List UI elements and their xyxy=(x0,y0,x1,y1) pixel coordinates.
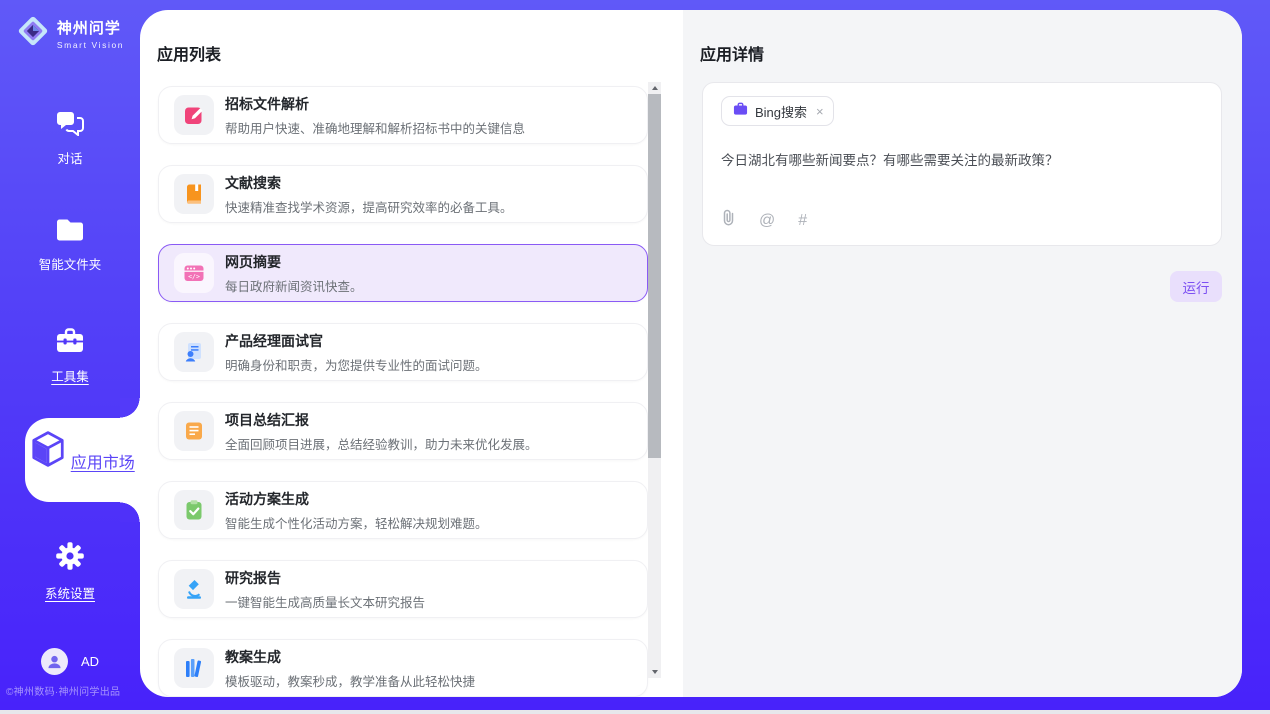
sidebar-item-toolset[interactable]: 工具集 xyxy=(0,327,140,385)
app-card-title: 产品经理面试官 xyxy=(225,331,488,351)
app-card-title: 文献搜索 xyxy=(225,173,513,193)
sidebar-item-settings[interactable]: 系统设置 xyxy=(0,541,140,602)
app-list-scrollbar xyxy=(648,82,661,678)
hash-icon[interactable]: # xyxy=(798,212,807,230)
scrollbar-thumb[interactable] xyxy=(648,94,661,458)
sidebar-item-label: 对话 xyxy=(0,148,140,167)
app-card-title: 研究报告 xyxy=(225,568,425,588)
app-card-title: 项目总结汇报 xyxy=(225,410,538,430)
triangle-up-icon xyxy=(652,86,658,90)
app-card-desc: 一键智能生成高质量长文本研究报告 xyxy=(225,592,425,611)
books-icon xyxy=(174,648,214,688)
toolbox-icon xyxy=(55,341,85,358)
mention-icon[interactable]: @ xyxy=(759,212,775,230)
copyright-footer: ©神州数码·神州问学出品 xyxy=(6,683,140,698)
brand-name: 神州问学 xyxy=(57,17,124,38)
app-card-project-summary[interactable]: 项目总结汇报 全面回顾项目进展，总结经验教训，助力未来优化发展。 xyxy=(158,402,648,460)
composer-toolbar: @ # xyxy=(721,209,807,232)
interviewer-icon xyxy=(174,332,214,372)
scrollbar-down-button[interactable] xyxy=(648,666,661,678)
sidebar-item-label: 智能文件夹 xyxy=(0,254,140,273)
app-card-title: 招标文件解析 xyxy=(225,94,525,114)
chat-icon xyxy=(56,123,84,140)
scrollbar-up-button[interactable] xyxy=(648,82,661,94)
app-card-desc: 每日政府新闻资讯快查。 xyxy=(225,276,363,295)
microscope-icon xyxy=(174,569,214,609)
app-card-title: 网页摘要 xyxy=(225,252,363,272)
pen-square-icon xyxy=(174,95,214,135)
avatar xyxy=(41,648,68,675)
app-detail-title: 应用详情 xyxy=(700,41,764,65)
app-card-event-plan[interactable]: 活动方案生成 智能生成个性化活动方案，轻松解决规划难题。 xyxy=(158,481,648,539)
brand-text: 神州问学 Smart Vision xyxy=(57,17,124,50)
close-icon[interactable]: × xyxy=(816,105,824,118)
sidebar: 神州问学 Smart Vision 对话 智能文件夹 xyxy=(0,0,140,710)
app-card-desc: 智能生成个性化活动方案，轻松解决规划难题。 xyxy=(225,513,488,532)
run-button[interactable]: 运行 xyxy=(1170,271,1222,302)
user-name: AD xyxy=(81,654,99,669)
tool-tag-label: Bing搜索 xyxy=(755,102,807,121)
note-icon xyxy=(174,411,214,451)
brand-subtitle: Smart Vision xyxy=(57,40,124,50)
user-account[interactable]: AD xyxy=(0,648,140,675)
folder-icon xyxy=(55,229,85,246)
app-list-title: 应用列表 xyxy=(157,41,221,65)
app-card-lesson-plan[interactable]: 教案生成 模板驱动，教案秒成，教学准备从此轻松快捷 xyxy=(158,639,648,697)
browser-icon: </> xyxy=(174,253,214,293)
svg-text:</>: </> xyxy=(188,273,200,281)
app-list: 招标文件解析 帮助用户快速、准确地理解和解析招标书中的关键信息 文献搜索 快速精… xyxy=(158,86,648,697)
main-content: 应用列表 招标文件解析 帮助用户快速、准确地理解和解析招标书中的关键信息 xyxy=(140,10,1242,697)
sidebar-item-app-market[interactable]: 应用市场 xyxy=(25,418,140,502)
paperclip-icon[interactable] xyxy=(721,209,736,232)
query-input[interactable]: 今日湖北有哪些新闻要点？有哪些需要关注的最新政策？ xyxy=(721,151,1203,171)
app-card-title: 活动方案生成 xyxy=(225,489,488,509)
tool-tag-bing-search[interactable]: Bing搜索 × xyxy=(721,96,834,126)
app-card-research-report[interactable]: 研究报告 一键智能生成高质量长文本研究报告 xyxy=(158,560,648,618)
app-card-desc: 快速精准查找学术资源，提高研究效率的必备工具。 xyxy=(225,197,513,216)
clipboard-check-icon xyxy=(174,490,214,530)
brand-logo: 神州问学 Smart Vision xyxy=(0,14,140,53)
app-card-web-summary[interactable]: </> 网页摘要 每日政府新闻资讯快查。 xyxy=(158,244,648,302)
diamond-logo-icon xyxy=(16,14,50,53)
sidebar-item-smart-folder[interactable]: 智能文件夹 xyxy=(0,218,140,273)
app-card-literature-search[interactable]: 文献搜索 快速精准查找学术资源，提高研究效率的必备工具。 xyxy=(158,165,648,223)
app-detail-panel: 应用详情 Bing搜索 × 今日湖北有哪些新闻要点？有哪些需要关注的最新政策？ xyxy=(683,10,1242,697)
app-card-title: 教案生成 xyxy=(225,647,475,667)
query-composer: Bing搜索 × 今日湖北有哪些新闻要点？有哪些需要关注的最新政策？ @ # xyxy=(702,82,1222,246)
sidebar-item-label: 应用市场 xyxy=(71,455,135,472)
bottom-strip xyxy=(0,710,1270,714)
app-card-desc: 帮助用户快速、准确地理解和解析招标书中的关键信息 xyxy=(225,118,525,137)
app-card-desc: 模板驱动，教案秒成，教学准备从此轻松快捷 xyxy=(225,671,475,690)
app-card-desc: 全面回顾项目进展，总结经验教训，助力未来优化发展。 xyxy=(225,434,538,453)
app-card-desc: 明确身份和职责，为您提供专业性的面试问题。 xyxy=(225,355,488,374)
triangle-down-icon xyxy=(652,670,658,674)
sidebar-item-label: 工具集 xyxy=(0,366,140,385)
cube-icon xyxy=(30,455,70,472)
briefcase-icon xyxy=(733,102,748,121)
gear-icon xyxy=(55,558,85,575)
app-card-bid-parse[interactable]: 招标文件解析 帮助用户快速、准确地理解和解析招标书中的关键信息 xyxy=(158,86,648,144)
sidebar-item-label: 系统设置 xyxy=(0,583,140,602)
app-card-pm-interviewer[interactable]: 产品经理面试官 明确身份和职责，为您提供专业性的面试问题。 xyxy=(158,323,648,381)
sidebar-item-chat[interactable]: 对话 xyxy=(0,110,140,167)
book-icon xyxy=(174,174,214,214)
